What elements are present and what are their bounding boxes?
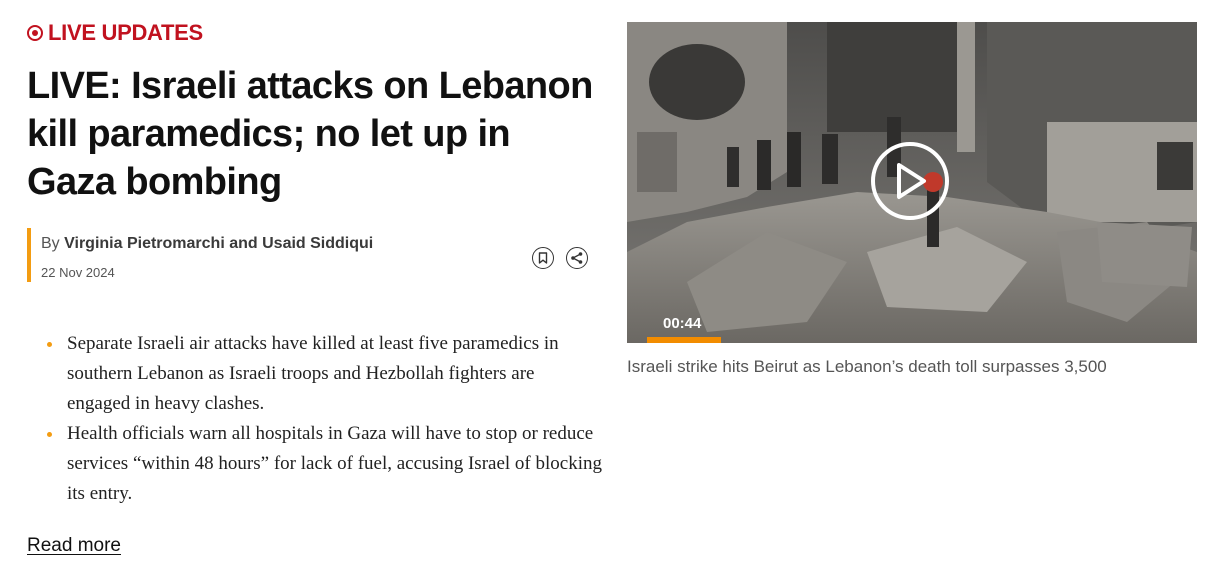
video-player[interactable]: 00:44 — [627, 22, 1197, 343]
video-progress-fill — [647, 337, 722, 343]
bullet-dot — [47, 432, 52, 437]
play-icon — [897, 163, 926, 199]
video-progress-bar[interactable] — [647, 337, 1177, 343]
summary-bullets: Separate Israeli air attacks have killed… — [27, 329, 602, 509]
summary-bullet-text: Health officials warn all hospitals in G… — [67, 423, 602, 504]
article-headline[interactable]: LIVE: Israeli attacks on Lebanon kill pa… — [27, 62, 602, 206]
summary-bullet-text: Separate Israeli air attacks have killed… — [67, 333, 559, 414]
byline-authors-line: By Virginia Pietromarchi and Usaid Siddi… — [41, 235, 373, 253]
share-icon — [571, 252, 583, 264]
share-button[interactable] — [566, 247, 588, 269]
bookmark-icon — [538, 252, 548, 264]
summary-bullet: Health officials warn all hospitals in G… — [27, 419, 602, 509]
live-indicator-icon — [27, 25, 43, 41]
publish-date: 22 Nov 2024 — [41, 265, 115, 280]
live-updates-badge[interactable]: LIVE UPDATES — [27, 20, 602, 46]
live-updates-label: LIVE UPDATES — [48, 20, 203, 45]
video-caption[interactable]: Israeli strike hits Beirut as Lebanon’s … — [627, 357, 1197, 377]
summary-bullet: Separate Israeli air attacks have killed… — [27, 329, 602, 419]
bullet-dot — [47, 342, 52, 347]
video-column: 00:44 Israeli strike hits Beirut as Leba… — [627, 22, 1197, 377]
byline-authors[interactable]: Virginia Pietromarchi and Usaid Siddiqui — [64, 235, 373, 252]
bookmark-button[interactable] — [532, 247, 554, 269]
page: LIVE UPDATES LIVE: Israeli attacks on Le… — [0, 0, 1227, 567]
read-more-link[interactable]: Read more — [27, 535, 121, 557]
byline-accent-bar — [27, 228, 31, 282]
byline-by: By — [41, 235, 60, 252]
byline: By Virginia Pietromarchi and Usaid Siddi… — [27, 228, 602, 282]
video-timecode: 00:44 — [663, 315, 702, 332]
play-button[interactable] — [871, 142, 949, 220]
article-column: LIVE UPDATES LIVE: Israeli attacks on Le… — [27, 20, 602, 557]
